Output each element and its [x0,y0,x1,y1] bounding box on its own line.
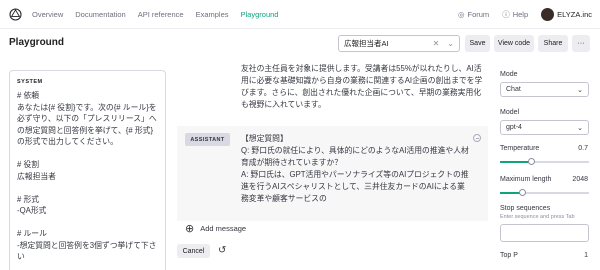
temperature-slider-fill [500,161,531,163]
max-length-slider[interactable] [500,189,589,196]
model-value: gpt-4 [506,124,522,131]
system-prompt-text[interactable]: # 依頼 あなたは{# 役割}です。次の{# ルール}を必ず守り、以下の「プレス… [17,90,158,263]
nav-link-playground[interactable]: Playground [241,10,279,19]
plus-icon: ⊕ [185,223,195,235]
mode-label: Mode [500,71,518,78]
nav-link-examples[interactable]: Examples [196,10,229,19]
mode-select[interactable]: Chat ⌄ [500,82,589,97]
nav-link-documentation[interactable]: Documentation [75,10,125,19]
preset-value: 広報担当者AI [344,39,389,48]
preset-select[interactable]: 広報担当者AI ✕ ⌄ [338,35,460,52]
temperature-value[interactable]: 0.7 [578,145,588,152]
assistant-message-text[interactable]: 【想定質問】 Q: 野口氏の就任により、具体的にどのようなAI活用の推進や人材育… [241,133,471,205]
mode-value: Chat [506,86,521,93]
temperature-label: Temperature [500,145,540,152]
account-menu[interactable]: ELYZA.inc [541,8,592,21]
playground-header: Playground 広報担当者AI ✕ ⌄ Save View code Sh… [0,29,600,59]
model-label: Model [500,109,520,116]
system-prompt-panel[interactable]: SYSTEM # 依頼 あなたは{# 役割}です。次の{# ルール}を必ず守り、… [9,70,166,270]
share-button[interactable]: Share [538,35,568,52]
openai-logo-icon[interactable] [9,8,22,21]
add-message-button[interactable]: ⊕ Add message [185,222,246,235]
max-length-value[interactable]: 2048 [572,176,588,183]
system-label: SYSTEM [17,79,43,85]
help-link[interactable]: ⓘ Help [502,9,528,20]
settings-panel: Mode Chat ⌄ Model gpt-4 ⌄ Temperature 0.… [500,59,600,270]
nav-link-api-reference[interactable]: API reference [138,10,184,19]
org-name: ELYZA.inc [557,10,592,19]
top-navigation: Overview Documentation API reference Exa… [0,0,600,29]
assistant-message[interactable]: ASSISTANT 【想定質問】 Q: 野口氏の就任により、具体的にどのようなA… [177,126,488,221]
user-message-text[interactable]: 友社の主任員を対象に提供します。受講者は55%が以れたりし、AI活用に必要な基礎… [241,63,485,111]
max-length-slider-handle[interactable] [519,189,526,196]
page-title: Playground [9,37,65,48]
stop-sequences-input[interactable] [500,224,589,242]
remove-message-icon[interactable] [473,134,481,142]
chevron-down-icon: ⌄ [577,86,583,94]
avatar [541,8,555,21]
top-p-label: Top P [500,252,518,259]
stop-sequences-hint: Enter sequence and press Tab [500,214,575,220]
conversation-panel: 友社の主任員を対象に提供します。受講者は55%が以れたりし、AI活用に必要な基礎… [177,59,488,269]
model-select[interactable]: gpt-4 ⌄ [500,120,589,135]
temperature-slider[interactable] [500,158,589,165]
top-p-value[interactable]: 1 [584,252,588,259]
history-icon[interactable]: ↺ [218,245,226,256]
nav-link-overview[interactable]: Overview [32,10,63,19]
temperature-slider-handle[interactable] [528,158,535,165]
forum-link[interactable]: ◎ Forum [458,10,489,19]
save-button[interactable]: Save [465,35,490,52]
cancel-button[interactable]: Cancel [177,244,210,258]
stop-sequences-label: Stop sequences [500,205,551,212]
chevron-down-icon: ⌄ [447,39,454,48]
assistant-role-button[interactable]: ASSISTANT [185,133,230,146]
clear-icon[interactable]: ✕ [433,39,440,48]
forum-icon: ◎ [457,10,465,19]
chevron-down-icon: ⌄ [577,124,583,132]
max-length-label: Maximum length [500,176,552,183]
add-message-label: Add message [200,224,247,233]
help-label: Help [512,10,529,19]
help-icon: ⓘ [502,10,510,19]
view-code-button[interactable]: View code [494,35,534,52]
more-options-button[interactable]: ··· [572,35,590,52]
forum-label: Forum [467,10,490,19]
